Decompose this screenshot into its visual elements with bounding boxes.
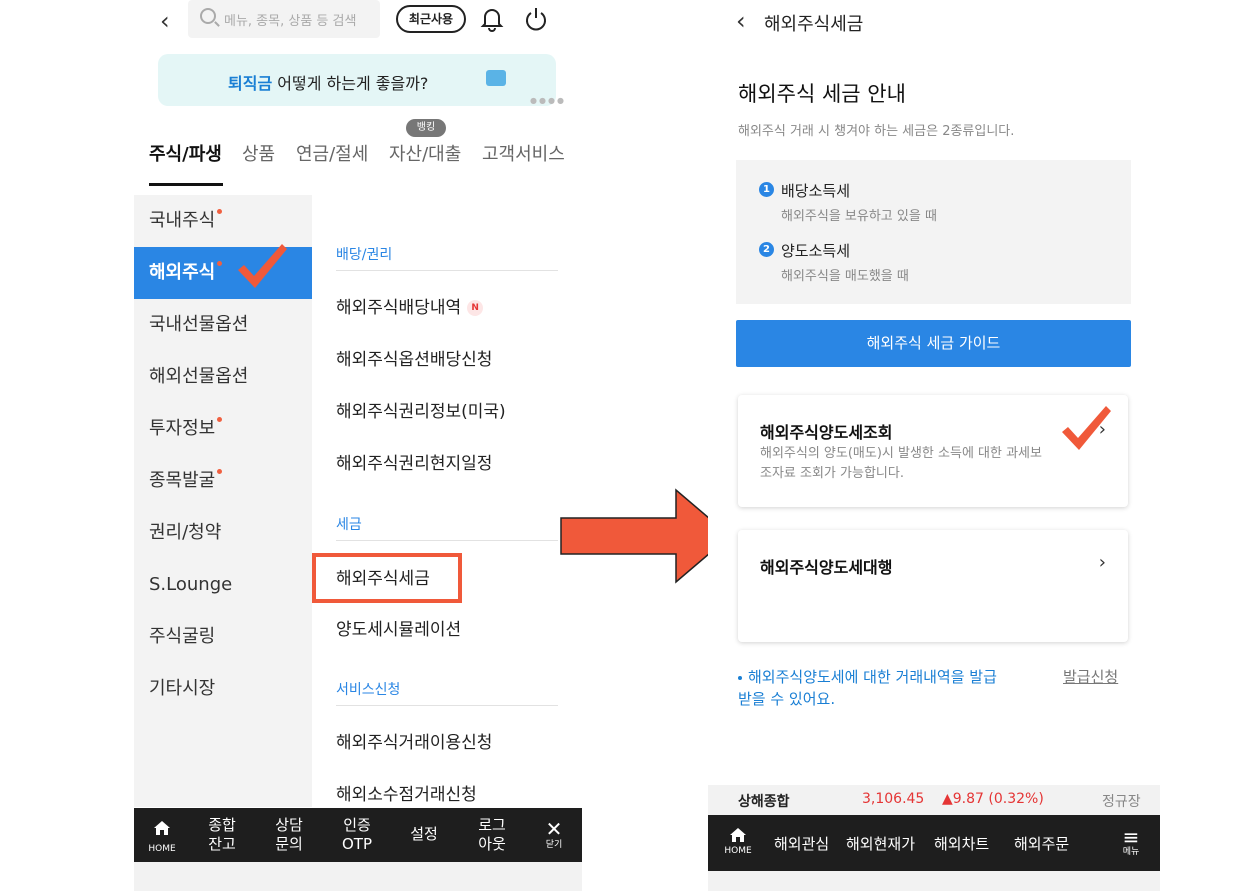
tax-guide-button[interactable]: 해외주식 세금 가이드 (736, 320, 1131, 367)
tab-pension[interactable]: 연금/절세 (296, 140, 368, 166)
menu-item-rights-info[interactable]: 해외주식권리정보(미국) (336, 397, 506, 422)
banking-badge: 뱅킹 (406, 119, 446, 137)
right-arrow-icon (560, 488, 732, 584)
back-chevron-icon[interactable]: ‹ (160, 7, 170, 35)
tax-name: 양도소득세 (781, 242, 851, 260)
search-input[interactable]: 메뉴, 종목, 상품 등 검색 (188, 0, 380, 38)
close-icon: ✕ (545, 817, 563, 841)
section-description: 해외주식 거래 시 챙겨야 하는 세금은 2종류입니다. (738, 124, 1015, 139)
market-session: 정규장 (1102, 794, 1141, 810)
bottom-bar: HOME 종합 잔고 상담 문의 인증 OTP 설정 로그 아웃 ✕ 닫기 (134, 808, 582, 862)
card-title: 해외주식양도세대행 (760, 558, 893, 577)
home-button[interactable]: HOME (724, 827, 752, 856)
search-icon (200, 8, 216, 24)
close-button[interactable]: ✕ 닫기 (538, 818, 570, 850)
back-chevron-icon[interactable]: ‹ (736, 7, 746, 35)
checkmark-icon (238, 244, 287, 288)
tax-name: 배당소득세 (781, 182, 851, 200)
system-nav-bar (708, 871, 1160, 891)
tax-info-box: 1 배당소득세 해외주식을 보유하고 있을 때 2 양도소득세 해외주식을 매도… (736, 160, 1131, 304)
otp-button[interactable]: 인증 OTP (338, 816, 376, 854)
active-tab-indicator (149, 183, 223, 186)
menu-button[interactable]: ≡ 메뉴 (1118, 827, 1144, 857)
recent-button[interactable]: 최근사용 (396, 5, 466, 33)
index-value: 3,106.45 (862, 791, 925, 807)
card-title: 해외주식양도세조회 (760, 423, 893, 442)
divider (336, 540, 558, 541)
category-item[interactable]: 국내선물옵션 (134, 299, 312, 351)
balance-button[interactable]: 종합 잔고 (204, 816, 240, 854)
home-icon (730, 828, 746, 842)
menu-item-tax-simulation[interactable]: 양도세시뮬레이션 (336, 615, 461, 640)
number-badge: 1 (759, 182, 774, 197)
system-nav-bar (134, 862, 582, 891)
category-item[interactable]: 권리/청약 (134, 507, 312, 559)
bell-icon[interactable] (480, 6, 504, 32)
briefcase-icon (486, 70, 506, 86)
nav-foreign-order[interactable]: 해외주문 (1014, 833, 1069, 854)
tab-customer[interactable]: 고객서비스 (482, 140, 565, 166)
highlight-box (312, 553, 462, 603)
submenu: 배당/권리 해외주식배당내역 N 해외주식옵션배당신청 해외주식권리정보(미국) … (312, 186, 582, 806)
nav-foreign-quote[interactable]: 해외현재가 (846, 833, 915, 854)
bottom-bar: HOME 해외관심 해외현재가 해외차트 해외주문 ≡ 메뉴 (708, 815, 1160, 871)
settings-button[interactable]: 설정 (406, 825, 442, 844)
consult-button[interactable]: 상담 문의 (271, 816, 307, 854)
top-bar: ‹ 메뉴, 종목, 상품 등 검색 최근사용 (134, 0, 582, 40)
tab-stocks[interactable]: 주식/파생 (149, 140, 222, 166)
divider (336, 705, 558, 706)
home-button[interactable]: HOME (148, 820, 176, 854)
issue-request-link[interactable]: 발급신청 (1063, 666, 1118, 687)
page-title: 해외주식세금 (764, 14, 864, 35)
card-desc: 해외주식의 양도(매도)시 발생한 소득에 대한 과세보조자료 조회가 가능합니… (760, 446, 1042, 481)
right-screen: ‹ 해외주식세금 해외주식 세금 안내 해외주식 거래 시 챙겨야 하는 세금은… (708, 0, 1160, 891)
banner-pagination: ●●●● (530, 96, 566, 105)
card-tax-agency[interactable]: 해외주식양도세대행 › (738, 530, 1128, 642)
menu-icon: ≡ (1122, 825, 1140, 849)
home-icon (154, 821, 170, 835)
section-header-tax: 세금 (336, 517, 362, 533)
tab-products[interactable]: 상품 (242, 140, 275, 166)
checkmark-icon (1062, 406, 1111, 450)
index-name: 상해종합 (738, 794, 790, 810)
divider (336, 270, 558, 271)
chevron-right-icon: › (1098, 552, 1106, 573)
tax-desc: 해외주식을 매도했을 때 (781, 269, 909, 284)
category-item[interactable]: 해외선물옵션 (134, 351, 312, 403)
nav-foreign-watchlist[interactable]: 해외관심 (774, 833, 829, 854)
number-badge: 2 (759, 242, 774, 257)
category-item[interactable]: 종목발굴 (134, 455, 312, 507)
promo-banner[interactable]: 퇴직금 어떻게 하는게 좋을까? ●●●● (158, 54, 564, 106)
menu-item-rights-schedule[interactable]: 해외주식권리현지일정 (336, 449, 492, 474)
section-header-service: 서비스신청 (336, 682, 401, 698)
menu-item-trade-apply[interactable]: 해외주식거래이용신청 (336, 728, 492, 753)
category-item[interactable]: 투자정보 (134, 403, 312, 455)
index-change: ▲9.87 (0.32%) (942, 791, 1044, 807)
category-item[interactable]: 기타시장 (134, 663, 312, 715)
note-text: 해외주식양도세에 대한 거래내역을 발급받을 수 있어요. (738, 668, 997, 708)
menu-item-dividend-history[interactable]: 해외주식배당내역 N (336, 293, 484, 318)
section-heading: 해외주식 세금 안내 (738, 82, 906, 106)
index-ticker[interactable]: 상해종합 3,106.45 ▲9.87 (0.32%) 정규장 (708, 785, 1160, 815)
section-header-dividend: 배당/권리 (336, 247, 393, 263)
logout-button[interactable]: 로그 아웃 (474, 816, 510, 854)
search-placeholder: 메뉴, 종목, 상품 등 검색 (224, 14, 357, 29)
tab-assets[interactable]: 자산/대출 (389, 140, 461, 166)
menu-item-fractional-apply[interactable]: 해외소수점거래신청 (336, 780, 477, 805)
left-screen: ‹ 메뉴, 종목, 상품 등 검색 최근사용 퇴직금 어떻게 하는게 좋을까? … (134, 0, 582, 891)
menu-item-option-dividend[interactable]: 해외주식옵션배당신청 (336, 345, 492, 370)
main-tabs: 주식/파생 상품 연금/절세 자산/대출 고객서비스 (134, 140, 582, 186)
banner-text: 퇴직금 어떻게 하는게 좋을까? (228, 74, 429, 93)
nav-foreign-chart[interactable]: 해외차트 (934, 833, 989, 854)
category-item[interactable]: S.Lounge (134, 559, 312, 611)
power-icon[interactable] (524, 6, 548, 32)
category-item[interactable]: 주식굴링 (134, 611, 312, 663)
new-badge: N (467, 300, 484, 316)
tax-desc: 해외주식을 보유하고 있을 때 (781, 209, 937, 224)
